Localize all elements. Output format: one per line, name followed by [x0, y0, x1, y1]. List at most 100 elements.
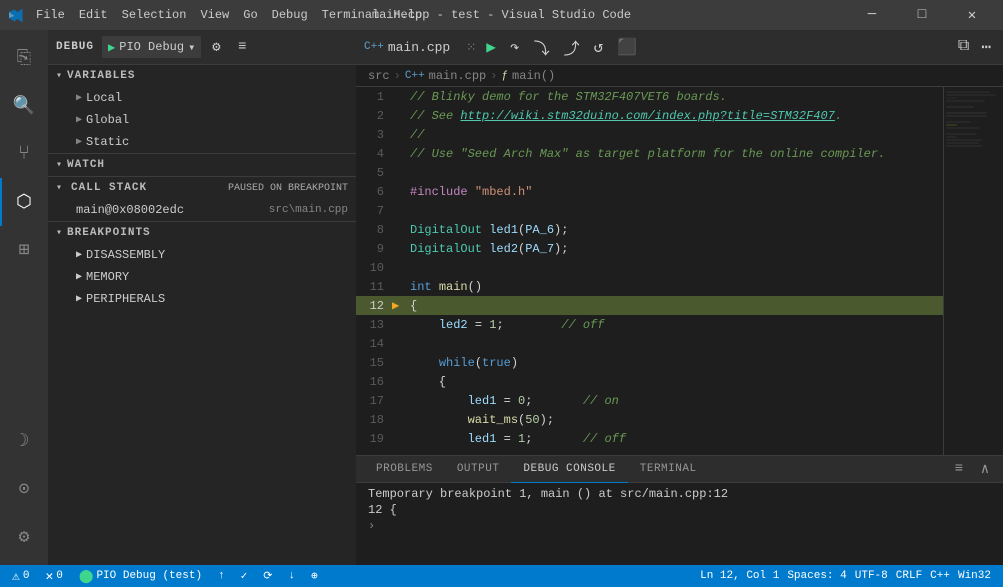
activity-item-explorer[interactable]: ⎘: [0, 34, 48, 82]
callstack-badge: PAUSED ON BREAKPOINT: [228, 183, 348, 194]
breadcrumb-sep-1: ›: [394, 69, 401, 83]
code-line-13: 13 led2 = 1; // off: [356, 315, 1003, 334]
breadcrumb-src[interactable]: src: [368, 69, 390, 83]
code-line-6: 6 #include "mbed.h": [356, 182, 1003, 201]
step-into-button[interactable]: ⤵: [530, 33, 554, 61]
status-sync-up[interactable]: ↑: [214, 565, 229, 587]
minimap: [943, 87, 1003, 455]
variables-global-item[interactable]: ▶ Global: [48, 109, 356, 131]
status-spaces[interactable]: Spaces: 4: [783, 565, 850, 587]
check-icon: ✓: [241, 569, 248, 583]
menu-debug[interactable]: Debug: [266, 6, 314, 24]
panel: PROBLEMS OUTPUT DEBUG CONSOLE TERMINAL ≡…: [356, 455, 1003, 565]
menu-view[interactable]: View: [194, 6, 235, 24]
activity-item-platformio[interactable]: ☽: [0, 417, 48, 465]
sidebar: DEBUG ▶ PIO Debug ▾ ⚙ ≡ ▾ VARIABLES ▶ Lo…: [48, 30, 356, 565]
disassembly-item[interactable]: ▶ DISASSEMBLY: [48, 244, 356, 266]
watch-section-header[interactable]: ▾ WATCH: [48, 154, 356, 176]
split-editor-button[interactable]: ⧉: [954, 35, 973, 59]
variables-section-header[interactable]: ▾ VARIABLES: [48, 65, 356, 87]
panel-menu-button[interactable]: ≡: [949, 459, 969, 479]
breadcrumb: src › C++ main.cpp › ƒ main(): [356, 65, 1003, 87]
debug-dropdown-label: PIO Debug: [119, 40, 184, 54]
status-warnings[interactable]: ✕ 0: [41, 565, 66, 587]
tab-terminal[interactable]: TERMINAL: [628, 456, 709, 483]
step-out-button[interactable]: ⤴: [560, 33, 584, 61]
warning-count: 0: [56, 570, 63, 582]
continue-button[interactable]: ▶: [482, 35, 500, 59]
tab-output[interactable]: OUTPUT: [445, 456, 512, 483]
stop-button[interactable]: ⬛: [613, 35, 641, 59]
menu-file[interactable]: File: [30, 6, 71, 24]
code-editor[interactable]: 1 // Blinky demo for the STM32F407VET6 b…: [356, 87, 1003, 565]
menu-go[interactable]: Go: [237, 6, 263, 24]
status-refresh[interactable]: ⟳: [259, 565, 276, 587]
status-errors[interactable]: ⚠ 0: [8, 565, 33, 587]
code-line-7: 7: [356, 201, 1003, 220]
activity-item-search[interactable]: 🔍: [0, 82, 48, 130]
status-language[interactable]: C++: [926, 565, 954, 587]
breadcrumb-func[interactable]: main(): [512, 69, 555, 83]
code-line-15: 15 while(true): [356, 353, 1003, 372]
menu-edit[interactable]: Edit: [73, 6, 114, 24]
chevron-down-icon: ▾: [188, 40, 195, 55]
activity-item-extensions[interactable]: ⊞: [0, 226, 48, 274]
debug-dropdown[interactable]: ▶ PIO Debug ▾: [102, 36, 201, 58]
status-debug-label[interactable]: ⬤ PIO Debug (test): [75, 565, 206, 587]
eol-text: CRLF: [896, 570, 922, 582]
breadcrumb-sep-2: ›: [490, 69, 497, 83]
watch-chevron-icon: ▾: [56, 159, 63, 171]
status-sync-down[interactable]: ↓: [285, 565, 300, 587]
language-text: C++: [930, 570, 950, 582]
menu-selection[interactable]: Selection: [116, 6, 193, 24]
panel-content: Temporary breakpoint 1, main () at src/m…: [356, 483, 1003, 565]
disassembly-label: DISASSEMBLY: [86, 248, 165, 262]
variables-global-label: Global: [86, 113, 129, 127]
tab-problems[interactable]: PROBLEMS: [364, 456, 445, 483]
status-bar-right: Ln 12, Col 1 Spaces: 4 UTF-8 CRLF C++ Wi…: [696, 565, 995, 587]
tab-debug-console[interactable]: DEBUG CONSOLE: [511, 456, 627, 483]
callstack-item-file: src\main.cpp: [269, 204, 348, 216]
status-encoding[interactable]: UTF-8: [851, 565, 892, 587]
activity-item-accounts[interactable]: ⊙: [0, 465, 48, 513]
debug-control-icons: ⁙ ▶ ↷ ⤵ ⤴ ↺ ⬛: [466, 33, 641, 61]
callstack-item-main[interactable]: main@0x08002edc src\main.cpp: [48, 199, 356, 221]
maximize-button[interactable]: □: [899, 0, 945, 30]
sync-down-icon: ↓: [289, 570, 296, 582]
status-add[interactable]: ⊕: [307, 565, 322, 587]
close-button[interactable]: ✕: [949, 0, 995, 30]
callstack-header[interactable]: ▾ CALL STACK PAUSED ON BREAKPOINT: [48, 177, 356, 199]
variables-local-item[interactable]: ▶ Local: [48, 87, 356, 109]
more-actions-button[interactable]: ⋯: [977, 35, 995, 59]
variables-static-item[interactable]: ▶ Static: [48, 131, 356, 153]
menu-help[interactable]: Help: [387, 6, 428, 24]
breadcrumb-file[interactable]: main.cpp: [429, 69, 487, 83]
code-line-10: 10: [356, 258, 1003, 277]
debug-menu-button[interactable]: ≡: [231, 36, 253, 58]
toolbar-dot-icon: ⁙: [466, 40, 476, 55]
status-platform[interactable]: Win32: [954, 565, 995, 587]
restart-button[interactable]: ↺: [590, 35, 608, 59]
breakpoints-header[interactable]: ▾ BREAKPOINTS: [48, 222, 356, 244]
variables-static-label: Static: [86, 135, 129, 149]
status-eol[interactable]: CRLF: [892, 565, 926, 587]
refresh-icon: ⟳: [263, 569, 272, 583]
editor-area: C++ main.cpp ⁙ ▶ ↷ ⤵ ⤴ ↺ ⬛ ⧉ ⋯ src › C++: [356, 30, 1003, 565]
panel-collapse-button[interactable]: ∧: [975, 459, 995, 479]
activity-item-settings[interactable]: ⚙: [0, 513, 48, 561]
breadcrumb-func-icon: ƒ: [501, 70, 508, 82]
status-line-col[interactable]: Ln 12, Col 1: [696, 565, 783, 587]
menu-terminal[interactable]: Terminal: [316, 6, 386, 24]
activity-item-debug[interactable]: ⬡: [0, 178, 48, 226]
debug-settings-button[interactable]: ⚙: [205, 36, 227, 58]
code-line-12: 12 ▶ {: [356, 296, 1003, 315]
activity-item-source-control[interactable]: ⑂: [0, 130, 48, 178]
minimize-button[interactable]: ─: [849, 0, 895, 30]
status-check[interactable]: ✓: [237, 565, 252, 587]
step-over-button[interactable]: ↷: [506, 35, 524, 59]
encoding-text: UTF-8: [855, 570, 888, 582]
peripherals-item[interactable]: ▶ PERIPHERALS: [48, 288, 356, 310]
platform-text: Win32: [958, 570, 991, 582]
memory-item[interactable]: ▶ MEMORY: [48, 266, 356, 288]
disassembly-chevron-icon: ▶: [76, 249, 82, 261]
